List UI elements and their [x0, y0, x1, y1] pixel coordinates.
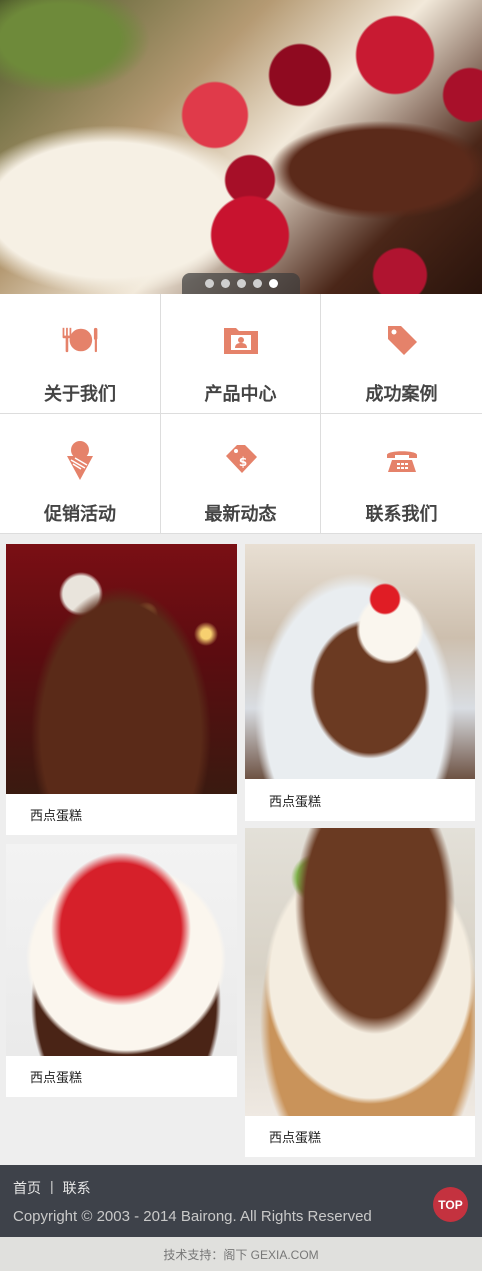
nav-item-news[interactable]: $ 最新动态	[161, 414, 321, 534]
product-grid: 西点蛋糕 西点蛋糕 西点蛋糕 西点蛋糕	[0, 534, 482, 1164]
slider-dot[interactable]	[204, 279, 214, 288]
telephone-icon	[382, 440, 422, 480]
nav-item-promotions[interactable]: 促销活动	[0, 414, 161, 534]
nav-item-cases[interactable]: 成功案例	[321, 294, 482, 414]
nav-label: 促销活动	[44, 504, 116, 524]
nav-label: 关于我们	[44, 384, 116, 404]
nav-grid: 关于我们 产品中心 成功案例 促销活动 $ 最新动态 联系我们	[0, 294, 482, 534]
tag-icon	[382, 320, 422, 360]
nav-label: 产品中心	[204, 384, 277, 404]
footer-link-home[interactable]: 首页	[13, 1178, 41, 1198]
product-card[interactable]: 西点蛋糕	[245, 544, 475, 821]
nav-item-contact[interactable]: 联系我们	[321, 414, 482, 534]
slider-dot[interactable]	[252, 279, 262, 288]
folder-user-icon	[221, 320, 261, 360]
product-caption: 西点蛋糕	[269, 793, 322, 809]
product-image-strawberry-cake[interactable]	[6, 844, 237, 1056]
nav-item-about-us[interactable]: 关于我们	[0, 294, 161, 414]
svg-text:$: $	[238, 455, 246, 469]
slider-dot-active[interactable]	[268, 279, 278, 288]
slider-pagination	[182, 273, 300, 294]
tech-support-text: 技术支持：阁下 GEXIA.COM	[0, 1237, 482, 1271]
nav-item-products[interactable]: 产品中心	[161, 294, 321, 414]
back-to-top-button[interactable]: TOP	[433, 1187, 468, 1222]
copyright-text: Copyright © 2003 - 2014 Bairong. All Rig…	[13, 1208, 372, 1225]
price-tag-dollar-icon: $	[221, 440, 261, 480]
product-caption: 西点蛋糕	[30, 1070, 83, 1085]
product-image-chocolate-cake[interactable]	[6, 544, 237, 794]
utensils-plate-icon	[60, 320, 100, 360]
footer-link-contact[interactable]: 联系	[63, 1178, 91, 1198]
product-image-tiramisu[interactable]	[245, 828, 475, 1116]
nav-label: 联系我们	[365, 504, 438, 524]
footer-links: 首页 | 联系	[13, 1178, 91, 1198]
hero-banner[interactable]	[0, 0, 482, 294]
footer: 首页 | 联系 Copyright © 2003 - 2014 Bairong.…	[0, 1165, 482, 1237]
product-image-cherry-cake[interactable]	[245, 544, 475, 779]
product-caption: 西点蛋糕	[269, 1130, 322, 1145]
product-caption: 西点蛋糕	[30, 808, 83, 823]
slider-dot[interactable]	[236, 279, 246, 288]
nav-label: 成功案例	[365, 384, 438, 404]
footer-separator: |	[50, 1178, 54, 1194]
product-card[interactable]: 西点蛋糕	[6, 544, 237, 835]
product-card[interactable]: 西点蛋糕	[245, 828, 475, 1157]
nav-label: 最新动态	[204, 504, 277, 524]
slider-dot[interactable]	[220, 279, 230, 288]
ice-cream-icon	[60, 440, 100, 480]
product-card[interactable]: 西点蛋糕	[6, 844, 237, 1097]
